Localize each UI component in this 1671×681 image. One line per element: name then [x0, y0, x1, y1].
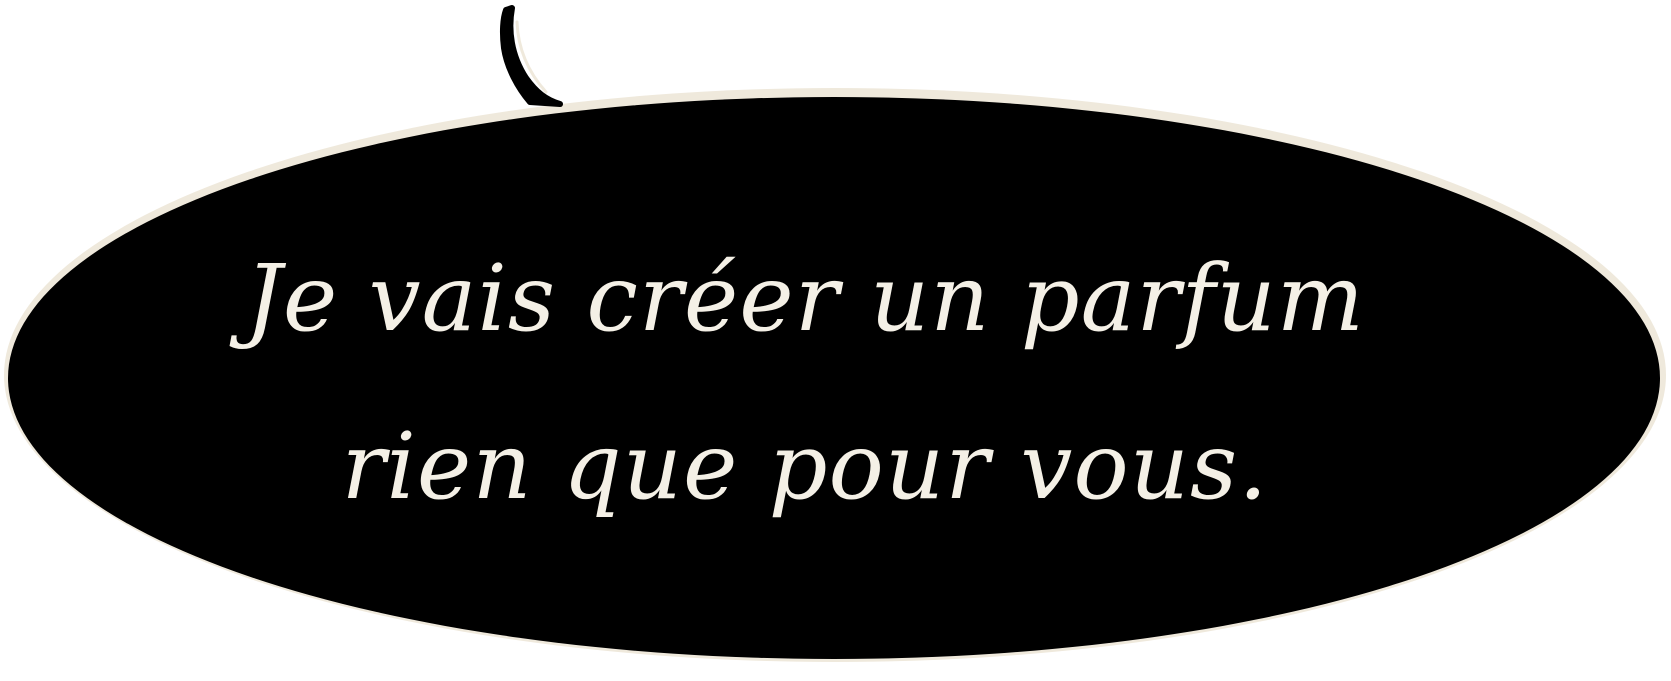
bubble-text-line-2: rien que pour vous.: [341, 413, 1269, 520]
bubble-text: Je vais créer un parfum rien que pour vo…: [160, 215, 1450, 551]
bubble-tail: [499, 5, 563, 107]
bubble-text-line-1: Je vais créer un parfum: [245, 245, 1365, 352]
